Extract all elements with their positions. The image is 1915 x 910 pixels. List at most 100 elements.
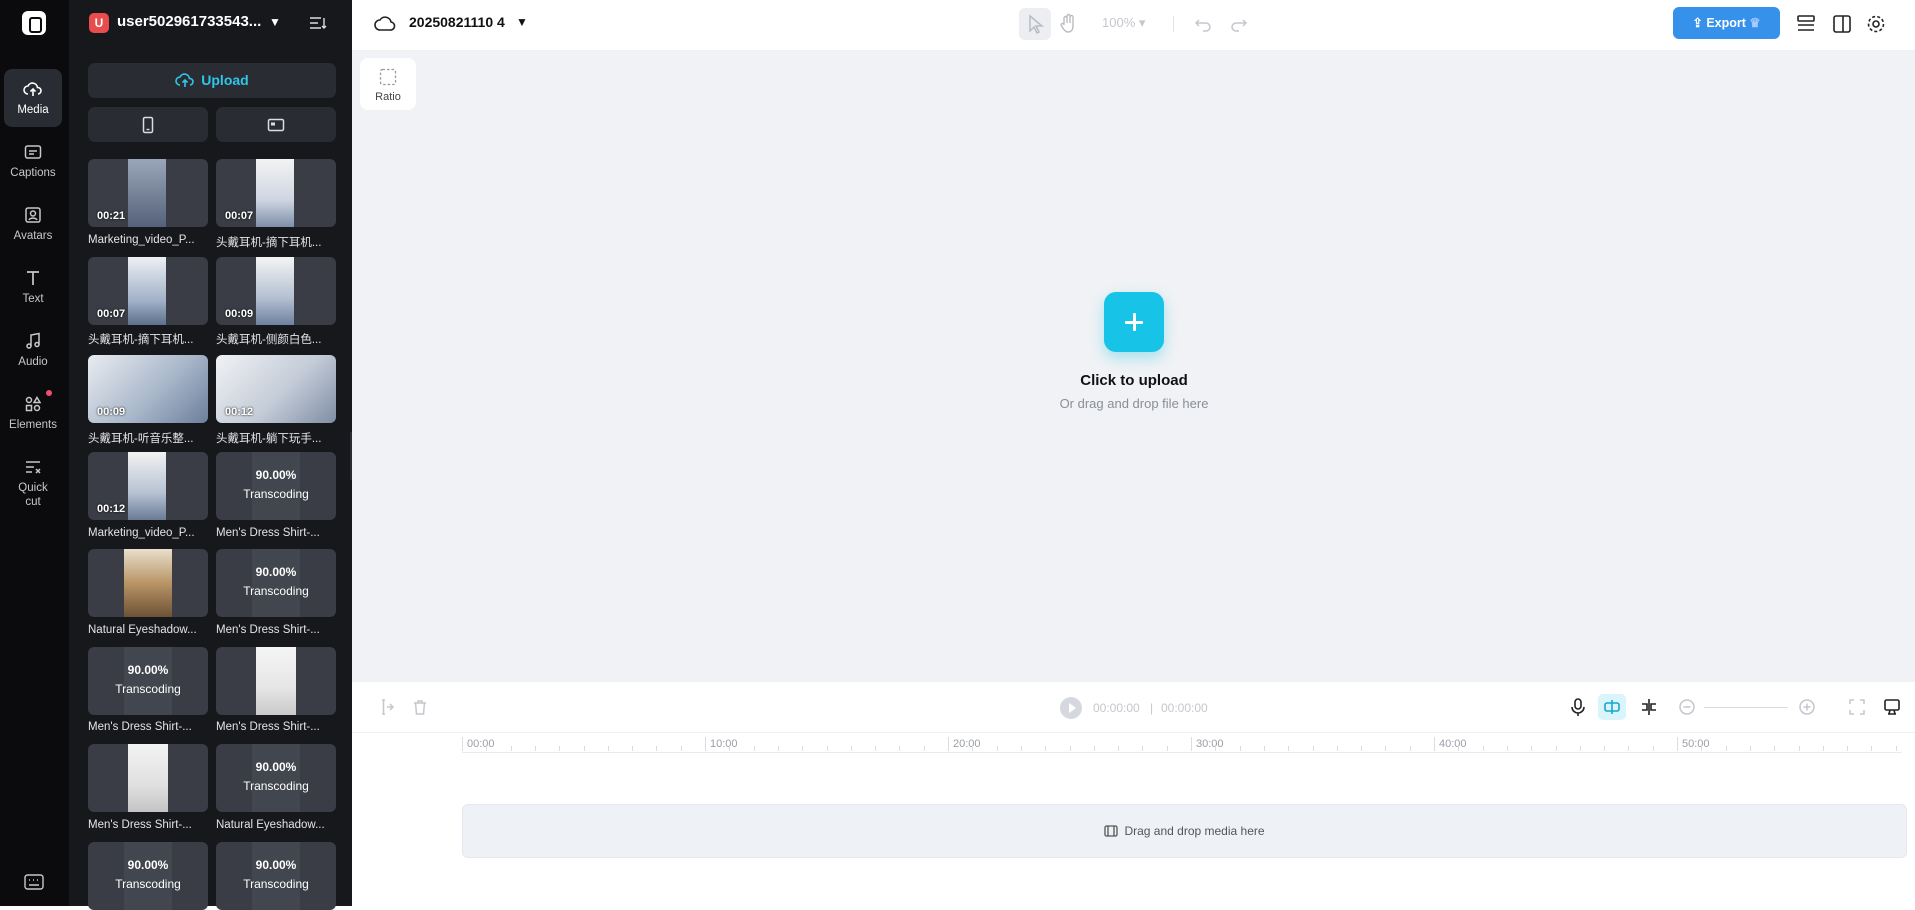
ruler-tick <box>1336 746 1338 751</box>
media-tile[interactable]: 90.00% Transcoding <box>216 842 336 910</box>
ruler-label: 10:00 <box>710 738 738 750</box>
landscape-filter-button[interactable] <box>216 107 336 142</box>
video-thumbnail <box>252 842 300 910</box>
transcode-progress: 90.00% <box>255 760 297 774</box>
split-icon[interactable] <box>376 697 396 717</box>
upload-subtitle: Or drag and drop file here <box>1059 396 1209 411</box>
hand-icon <box>1060 13 1074 33</box>
project-name[interactable]: 20250821110 4 <box>409 14 505 30</box>
nav-item-text[interactable]: Text <box>4 258 62 316</box>
ruler-tick <box>1604 746 1606 751</box>
username: user502961733543... <box>117 13 262 30</box>
media-name: 头戴耳机-摘下耳机... <box>216 237 322 249</box>
upload-title: Click to upload <box>1080 372 1188 389</box>
monitor-icon[interactable] <box>1882 697 1902 717</box>
video-thumbnail <box>124 842 172 910</box>
media-tile[interactable]: 00:07 <box>88 257 208 325</box>
gear-icon[interactable] <box>1865 13 1887 35</box>
transcode-status: Transcoding <box>243 779 309 793</box>
nav-item-quick-cut[interactable]: Quick cut <box>4 447 62 515</box>
transcode-status: Transcoding <box>115 877 181 891</box>
play-button[interactable] <box>1060 697 1082 719</box>
media-tile[interactable]: 90.00% Transcoding <box>216 452 336 520</box>
zoom-level[interactable]: 100% ▾ <box>1102 15 1145 31</box>
zoom-in-icon[interactable] <box>1797 697 1817 717</box>
media-tile[interactable]: 00:07 <box>216 159 336 227</box>
quick-cut-icon <box>26 461 41 474</box>
ruler-tick <box>1312 746 1314 751</box>
panel-layout-icon[interactable] <box>1831 13 1853 35</box>
ruler-tick <box>607 746 609 751</box>
transcode-progress: 90.00% <box>255 858 297 872</box>
nav-item-audio[interactable]: Audio <box>4 321 62 379</box>
undo-icon[interactable] <box>1192 13 1214 35</box>
cloud-upload-icon <box>175 73 195 87</box>
phone-icon <box>142 116 154 134</box>
nav-item-captions[interactable]: Captions <box>4 132 62 190</box>
media-tile[interactable]: 00:12 <box>216 355 336 423</box>
media-tile[interactable] <box>88 549 208 617</box>
microphone-icon[interactable] <box>1568 697 1588 717</box>
redo-icon[interactable] <box>1228 13 1250 35</box>
zoom-out-icon[interactable] <box>1677 697 1697 717</box>
media-drop-track[interactable]: Drag and drop media here <box>462 804 1907 858</box>
export-button[interactable]: ⇪ Export ♛ <box>1673 7 1780 39</box>
video-thumbnail <box>128 452 166 520</box>
media-tile[interactable]: 00:21 <box>88 159 208 227</box>
media-name: Men's Dress Shirt-... <box>88 721 192 733</box>
chevron-down-icon[interactable]: ▼ <box>516 15 528 29</box>
keyboard-shortcuts-icon[interactable] <box>24 874 44 890</box>
video-thumbnail <box>124 647 172 715</box>
media-tile[interactable]: 00:09 <box>88 355 208 423</box>
portrait-filter-button[interactable] <box>88 107 208 142</box>
ruler-tick <box>1288 746 1290 751</box>
media-name: Men's Dress Shirt-... <box>216 721 320 733</box>
captions-icon <box>24 145 42 159</box>
app-logo[interactable] <box>22 11 46 35</box>
ruler-tick <box>510 746 512 751</box>
upload-button[interactable]: Upload <box>88 63 336 98</box>
sort-icon[interactable] <box>309 15 327 31</box>
aspect-ratio-icon <box>379 68 397 86</box>
media-tile[interactable]: 00:09 <box>216 257 336 325</box>
media-tile[interactable]: 90.00% Transcoding <box>216 744 336 812</box>
media-name: Natural Eyeshadow... <box>88 624 197 636</box>
select-tool[interactable] <box>1019 8 1051 40</box>
ruler-label: 30:00 <box>1196 738 1224 750</box>
ruler-tick <box>680 746 682 751</box>
ratio-button[interactable]: Ratio <box>360 58 416 110</box>
cloud-sync-icon[interactable] <box>374 14 396 34</box>
media-tile[interactable] <box>216 647 336 715</box>
trash-icon[interactable] <box>410 697 430 717</box>
hand-tool[interactable] <box>1052 8 1084 40</box>
nav-item-avatars[interactable]: Avatars <box>4 195 62 253</box>
video-thumbnail <box>252 452 300 520</box>
fit-icon[interactable] <box>1847 697 1867 717</box>
duration-label: 00:09 <box>97 406 126 418</box>
transcode-status: Transcoding <box>115 682 181 696</box>
video-thumbnail <box>128 159 166 227</box>
media-name: 头戴耳机-听音乐整... <box>88 433 194 445</box>
nav-label-media: Media <box>17 104 49 116</box>
film-icon <box>1104 825 1119 837</box>
transcode-progress: 90.00% <box>255 565 297 579</box>
media-tile[interactable]: 90.00% Transcoding <box>88 842 208 910</box>
nav-item-elements[interactable]: Elements <box>4 384 62 442</box>
timeline-ruler[interactable]: 00:00 10:00 20:00 30:00 40:00 50:00 <box>462 733 1902 753</box>
media-name: Marketing_video_P... <box>88 234 195 246</box>
ruler-tick <box>1847 746 1849 751</box>
ruler-tick <box>486 746 488 751</box>
media-tile[interactable]: 90.00% Transcoding <box>88 647 208 715</box>
link-split-icon[interactable] <box>1639 697 1659 717</box>
ruler-tick <box>1118 746 1120 751</box>
media-tile[interactable] <box>88 744 208 812</box>
timeline-zoom-slider[interactable] <box>1704 707 1788 708</box>
layers-icon[interactable] <box>1795 13 1817 35</box>
canvas-area[interactable]: Ratio Click to upload Or drag and drop f… <box>352 51 1915 682</box>
video-thumbnail <box>124 549 172 617</box>
nav-item-media[interactable]: Media <box>4 69 62 127</box>
media-tile[interactable]: 00:12 <box>88 452 208 520</box>
add-media-button[interactable] <box>1104 292 1164 352</box>
media-tile[interactable]: 90.00% Transcoding <box>216 549 336 617</box>
magnet-snap-toggle[interactable] <box>1598 694 1626 720</box>
